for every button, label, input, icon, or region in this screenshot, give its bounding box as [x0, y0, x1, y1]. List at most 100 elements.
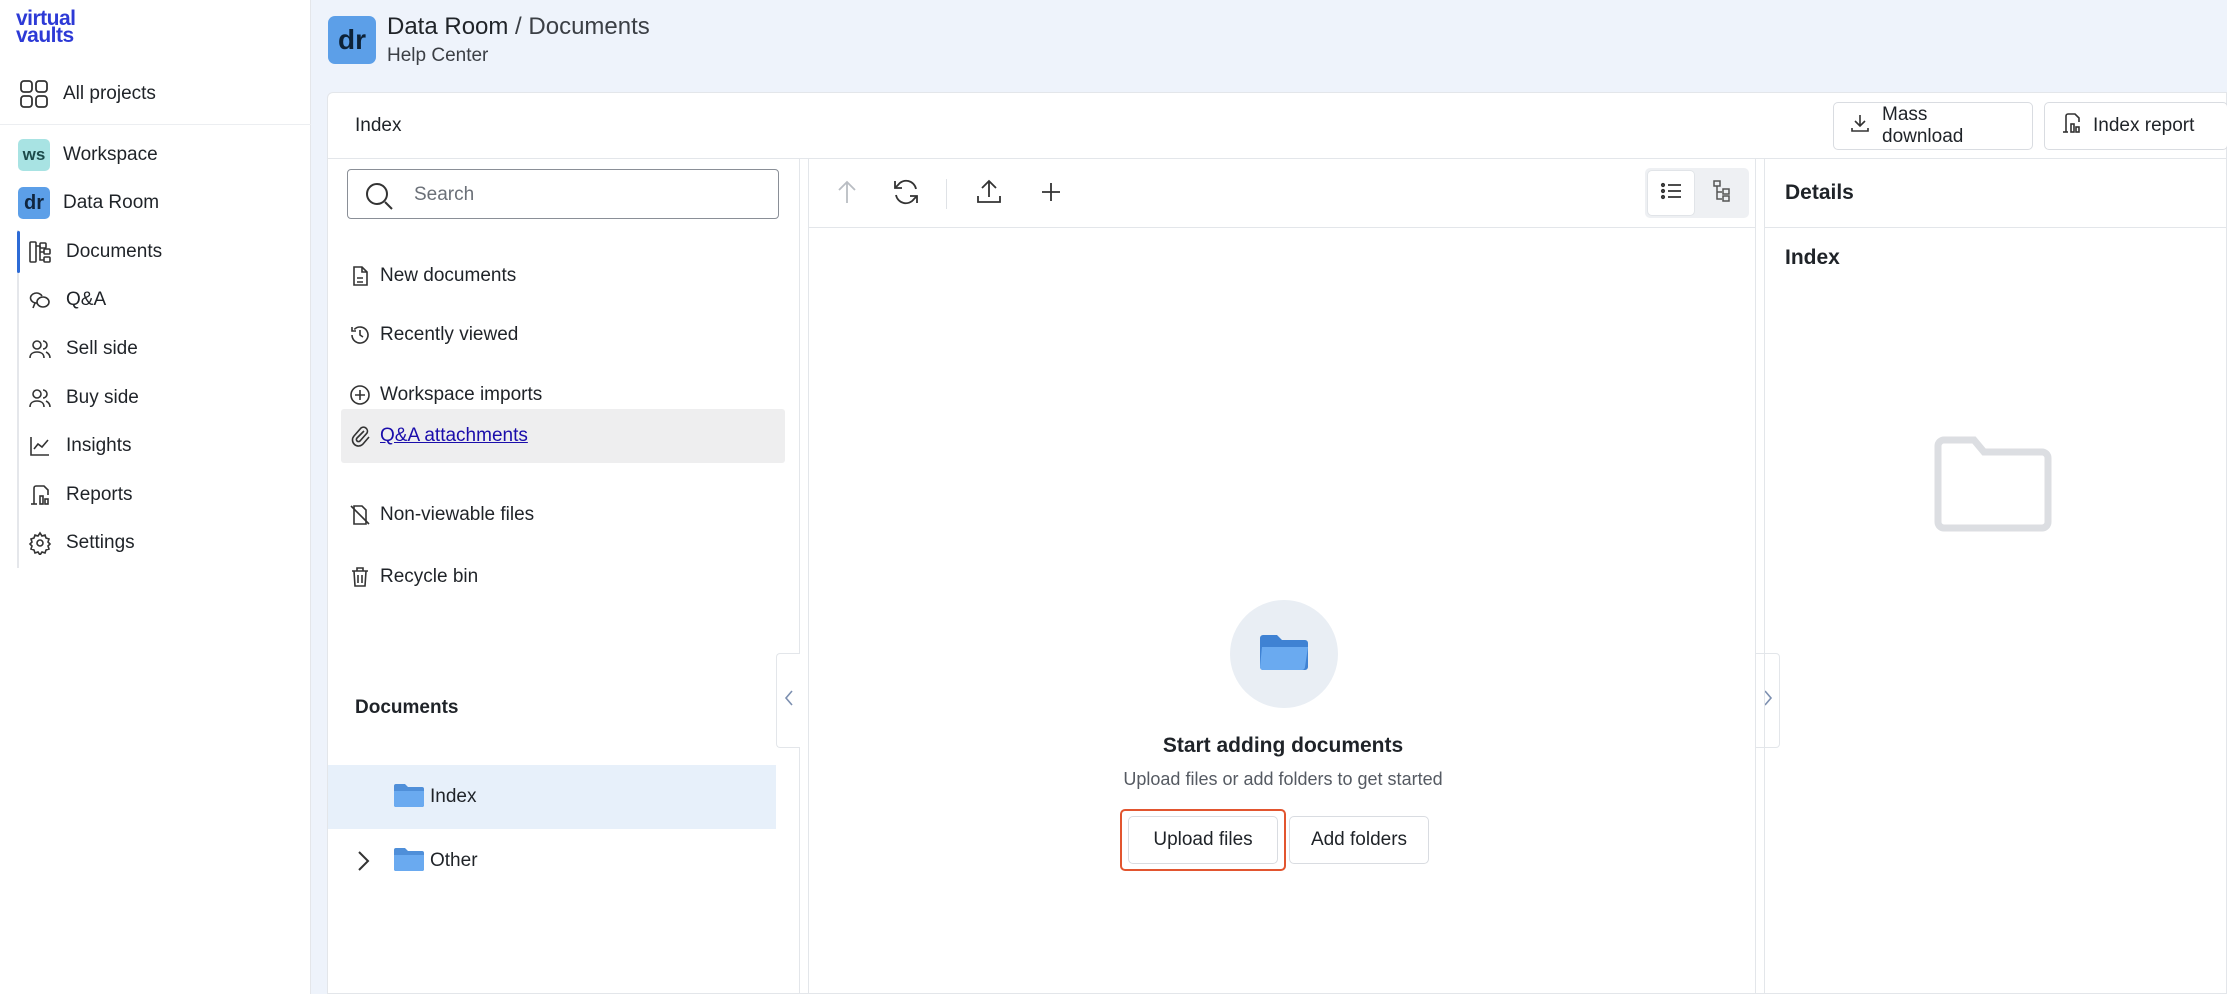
nav-item-label: Reports [66, 484, 133, 505]
add-folders-button[interactable]: Add folders [1289, 816, 1429, 864]
plus-icon [1040, 181, 1062, 208]
folder-label: Other [430, 850, 478, 871]
tree-item-label: Recently viewed [380, 324, 519, 345]
nav-item-documents[interactable]: Documents [0, 230, 311, 274]
chevron-left-icon [784, 689, 794, 712]
tree-view-icon [1713, 179, 1731, 207]
folder-tree-pane: New documents Recently viewed Workspace … [328, 159, 800, 994]
index-report-button[interactable]: Index report [2044, 102, 2227, 150]
history-icon [347, 322, 373, 348]
search-icon [366, 183, 393, 210]
report-icon [26, 481, 54, 509]
file-toolbar [809, 159, 1755, 228]
folder-open-icon [1258, 633, 1310, 676]
card-header: Index Mass download Index report [328, 93, 2227, 159]
nav-item-label: Insights [66, 435, 132, 456]
folder-icon [393, 846, 425, 877]
nav-item-label: Q&A [66, 289, 107, 310]
toolbar-divider [946, 179, 947, 209]
empty-state-subtitle: Upload files or add folders to get start… [1123, 769, 1443, 789]
details-title: Details [1785, 181, 1854, 204]
folder-other[interactable]: Other [328, 829, 776, 893]
chevron-right-icon[interactable] [350, 848, 376, 874]
list-view-button[interactable] [1648, 171, 1694, 215]
nav-item-buy-side[interactable]: Buy side [0, 376, 311, 420]
details-header: Details [1765, 159, 2227, 228]
refresh-icon [891, 178, 921, 211]
tree-item-label: Workspace imports [380, 384, 543, 405]
virtual-vaults-logo[interactable]: virtual vaults [16, 8, 86, 46]
mass-download-button[interactable]: Mass download [1833, 102, 2033, 150]
workspace-label: Workspace [63, 144, 158, 165]
nav-item-label: Buy side [66, 387, 139, 408]
tree-item-recycle-bin[interactable]: Recycle bin [341, 551, 785, 603]
all-projects-label: All projects [63, 83, 156, 104]
index-report-label: Index report [2093, 115, 2195, 136]
file-list-pane: Start adding documents Upload files or a… [808, 159, 1756, 994]
nav-item-sell-side[interactable]: Sell side [0, 327, 311, 371]
go-up-button[interactable] [830, 177, 864, 211]
refresh-button[interactable] [889, 177, 923, 211]
chat-bubbles-icon [26, 286, 54, 314]
tree-item-label: New documents [380, 265, 517, 286]
page-subtitle: Help Center [387, 45, 489, 66]
documents-card: Index Mass download Index report Search … [327, 92, 2227, 994]
data-room-label: Data Room [63, 192, 160, 213]
collapse-tree-button[interactable] [776, 653, 800, 748]
project-avatar: dr [328, 16, 376, 64]
list-icon [1660, 181, 1682, 206]
main-area: dr Data Room / Documents Help Center Ind… [311, 0, 2227, 994]
add-button[interactable] [1034, 177, 1068, 211]
nav-item-qa[interactable]: Q&A [0, 278, 311, 322]
nav-item-settings[interactable]: Settings [0, 521, 311, 565]
nav-item-reports[interactable]: Reports [0, 473, 311, 517]
folder-label: Index [430, 786, 477, 807]
search-box[interactable] [347, 169, 779, 219]
breadcrumb-separator: / [508, 13, 529, 40]
mass-download-label: Mass download [1882, 104, 1964, 147]
tree-item-recently-viewed[interactable]: Recently viewed [341, 309, 785, 361]
details-item-name: Index [1785, 246, 1840, 269]
users-icon [26, 384, 54, 412]
breadcrumb-current: Documents [528, 13, 650, 40]
search-input[interactable] [414, 182, 754, 208]
documents-heading: Documents [355, 697, 459, 718]
card-title: Index [355, 115, 402, 136]
trash-icon [347, 564, 373, 590]
paperclip-icon [347, 423, 373, 449]
breadcrumb-project[interactable]: Data Room [387, 13, 508, 40]
tree-item-qa-attachments[interactable]: Q&A attachments [341, 409, 785, 463]
empty-state-illustration [1230, 600, 1338, 708]
nav-divider [0, 124, 311, 125]
upload-button[interactable] [972, 177, 1006, 211]
new-document-icon [347, 263, 373, 289]
users-icon [26, 335, 54, 363]
tree-item-non-viewable-files[interactable]: Non-viewable files [341, 489, 785, 541]
tree-item-label: Non-viewable files [380, 504, 535, 525]
view-toggle [1645, 168, 1749, 218]
data-room-link[interactable]: dr Data Room [0, 181, 311, 225]
plus-circle-icon [347, 382, 373, 408]
folder-placeholder-icon [1933, 434, 2055, 539]
gear-icon [26, 529, 54, 557]
folder-index[interactable]: Index [328, 765, 776, 829]
workspace-link[interactable]: ws Workspace [0, 133, 311, 177]
left-navigation: virtual vaults All projects ws Workspace… [0, 0, 311, 994]
tree-item-new-documents[interactable]: New documents [341, 250, 785, 302]
tree-item-label: Q&A attachments [380, 425, 528, 446]
upload-files-button[interactable]: Upload files [1128, 816, 1278, 864]
report-icon [2061, 112, 2093, 140]
tree-item-label: Recycle bin [380, 566, 479, 587]
line-chart-icon [26, 432, 54, 460]
details-pane: Details Index [1764, 159, 2227, 994]
empty-state-title: Start adding documents [1162, 734, 1404, 757]
data-room-avatar: dr [18, 187, 50, 219]
all-projects-link[interactable]: All projects [0, 72, 311, 116]
nav-item-label: Documents [66, 241, 163, 262]
nav-item-insights[interactable]: Insights [0, 424, 311, 468]
upload-icon [976, 179, 1002, 210]
breadcrumb: Data Room / Documents [387, 13, 650, 41]
workspace-avatar: ws [18, 139, 50, 171]
tree-view-button[interactable] [1699, 171, 1745, 215]
arrow-up-icon [836, 179, 858, 210]
